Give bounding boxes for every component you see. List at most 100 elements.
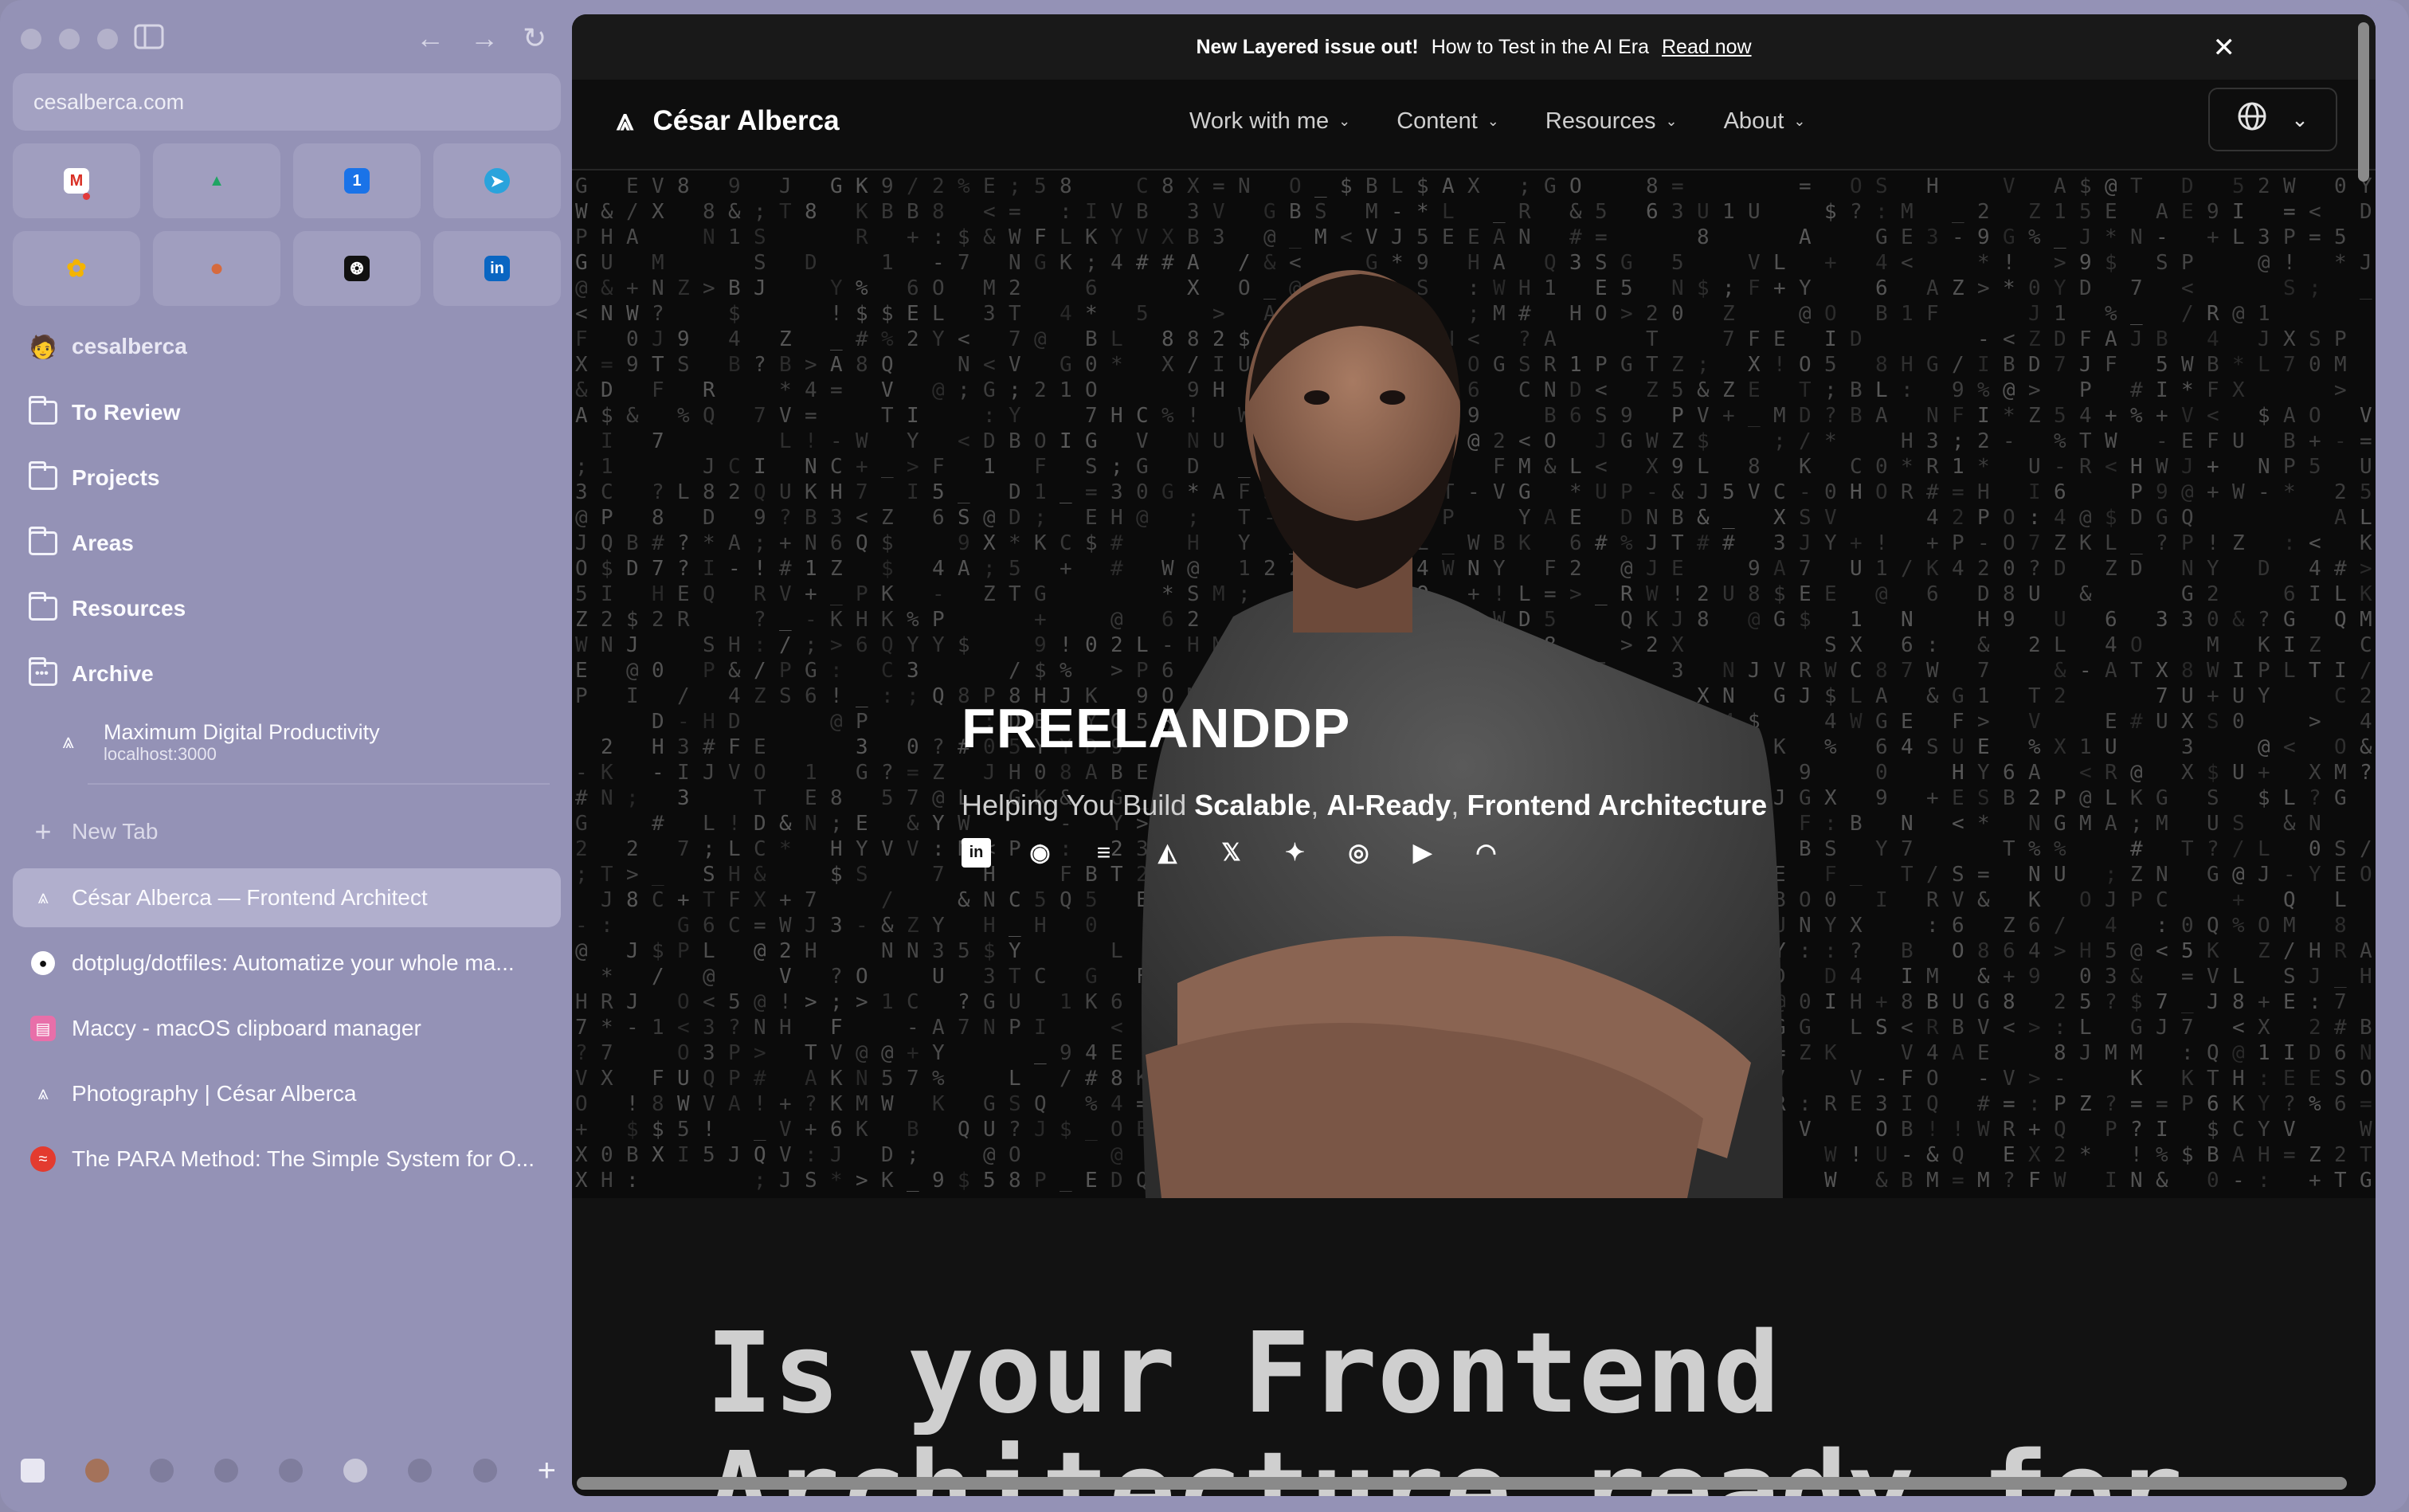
photos-icon: ✿ <box>66 255 87 282</box>
profile-5-icon[interactable] <box>343 1459 368 1483</box>
folder-label: Resources <box>72 596 186 621</box>
tab-item[interactable]: ⩓ César Alberca — Frontend Architect <box>13 868 561 927</box>
close-icon[interactable]: ✕ <box>2213 32 2236 64</box>
profile-row[interactable]: 🧑 cesalberca <box>13 317 561 376</box>
para-icon: ≈ <box>27 1143 59 1175</box>
folder-label: Archive <box>72 661 154 686</box>
sidebar-bottom-bar: + <box>21 1453 556 1488</box>
archive-box-icon[interactable] <box>21 1459 45 1483</box>
announcement-banner: New Layered issue out! How to Test in th… <box>572 14 2376 80</box>
profile-7-icon[interactable] <box>472 1459 497 1483</box>
hero-subtitle: Helping You Build Scalable, AI-Ready, Fr… <box>962 789 1767 822</box>
url-bar[interactable]: cesalberca.com <box>13 73 561 131</box>
hero-subtitle-scalable: Scalable <box>1194 789 1311 821</box>
favorite-app[interactable]: ● <box>153 231 280 306</box>
horizontal-scrollbar[interactable] <box>577 1477 2347 1490</box>
close-window-button[interactable] <box>21 29 41 49</box>
hero-subtitle-ai-ready: AI-Ready <box>1326 789 1451 821</box>
nav-menu: Work with me ⌄ Content ⌄ Resources ⌄ About ⌄ <box>1189 108 1851 135</box>
hero-subtitle-comma: , <box>1310 789 1319 821</box>
favorites-grid: M ▲ 1 ➤ ✿ ● ❂ in <box>13 143 561 306</box>
folder-icon <box>29 461 57 490</box>
nav-item-resources[interactable]: Resources ⌄ <box>1545 108 1678 135</box>
section-headline-line-1: Is your Frontend <box>706 1309 1780 1439</box>
favorite-chatgpt[interactable]: ❂ <box>293 231 421 306</box>
nav-item-content[interactable]: Content ⌄ <box>1396 108 1499 135</box>
site-logo[interactable]: ⩓ César Alberca <box>617 104 840 138</box>
profile-4-icon[interactable] <box>279 1459 304 1483</box>
github-icon: ● <box>27 947 59 979</box>
folder-icon <box>29 396 57 425</box>
profile-3-icon[interactable] <box>214 1459 239 1483</box>
profile-6-icon[interactable] <box>408 1459 433 1483</box>
tab-item[interactable]: ▤ Maccy - macOS clipboard manager <box>13 999 561 1058</box>
tab-title: Maccy - macOS clipboard manager <box>72 1016 421 1040</box>
tab-title: The PARA Method: The Simple System for O… <box>72 1146 535 1171</box>
chevron-down-icon: ⌄ <box>1338 113 1351 129</box>
portrait-photo <box>1142 270 1783 1198</box>
new-tab-button[interactable]: + New Tab <box>13 802 561 861</box>
chevron-down-icon: ⌄ <box>1793 113 1806 129</box>
reload-icon[interactable]: ↻ <box>523 24 546 53</box>
chevron-down-icon: ⌄ <box>2291 107 2309 131</box>
github-icon[interactable]: ◉ <box>1025 838 1055 868</box>
profile-avatar-icon: 🧑 <box>29 334 57 359</box>
zoom-window-button[interactable] <box>97 29 118 49</box>
minimize-window-button[interactable] <box>59 29 80 49</box>
favorite-photos[interactable]: ✿ <box>13 231 140 306</box>
instagram-icon[interactable]: ◎ <box>1344 838 1373 868</box>
tab-item[interactable]: ⩓ Photography | César Alberca <box>13 1064 561 1123</box>
favorite-telegram[interactable]: ➤ <box>433 143 561 218</box>
x-icon[interactable]: 𝕏 <box>1216 838 1246 868</box>
folder-resources[interactable]: Resources <box>13 579 561 638</box>
favorite-linkedin[interactable]: in <box>433 231 561 306</box>
back-arrow-icon[interactable]: ← <box>416 24 445 53</box>
notification-dot <box>83 193 90 200</box>
plus-icon: + <box>34 815 52 848</box>
stackoverflow-icon[interactable]: ≡ <box>1089 838 1118 868</box>
site-navbar: ⩓ César Alberca Work with me ⌄ Content ⌄ R… <box>572 80 2376 170</box>
telegram-icon: ➤ <box>484 168 510 194</box>
folder-projects[interactable]: Projects <box>13 449 561 507</box>
rss-icon[interactable]: ◠ <box>1471 838 1501 868</box>
forward-arrow-icon[interactable]: → <box>470 24 499 53</box>
tab-title: César Alberca — Frontend Architect <box>72 885 428 910</box>
tab-item[interactable]: ● dotplug/dotfiles: Automatize your whol… <box>13 934 561 993</box>
app-icon: ● <box>209 255 225 281</box>
archive-item[interactable]: ⩓ Maximum Digital Productivity localhost… <box>13 711 561 773</box>
favorite-google-drive[interactable]: ▲ <box>153 143 280 218</box>
nav-label: Content <box>1396 108 1478 134</box>
hero-section: G E V 8 9 J G K 9/2% E; 5 8 C 8 X = N O _ $ B L $ A X; G O 8 = = O S H V A… <box>572 170 2376 1198</box>
favorite-gmail[interactable]: M <box>13 143 140 218</box>
nav-label: About <box>1723 108 1784 134</box>
nav-item-about[interactable]: About ⌄ <box>1724 108 1806 135</box>
language-selector[interactable]: ⌄ <box>2208 88 2337 151</box>
cesar-logo-icon: ⩓ <box>617 104 634 137</box>
folder-areas[interactable]: Areas <box>13 514 561 573</box>
hero-title: FREELANDDP <box>962 697 1351 759</box>
linkedin-icon[interactable]: in <box>962 838 991 868</box>
banner-read-now-link[interactable]: Read now <box>1662 36 1752 59</box>
vertical-scrollbar[interactable] <box>2358 22 2369 182</box>
hero-subtitle-frontend-architecture: Frontend Architecture <box>1467 789 1768 821</box>
sidebar: ← → ↻ cesalberca.com M ▲ 1 ➤ ✿ ● ❂ in 🧑 … <box>0 0 572 1512</box>
add-profile-icon[interactable]: + <box>538 1455 556 1487</box>
brand-name: César Alberca <box>652 104 840 136</box>
folder-archive[interactable]: ••• Archive <box>13 644 561 703</box>
profile-1-icon[interactable] <box>85 1459 110 1483</box>
favorite-calendar[interactable]: 1 <box>293 143 421 218</box>
nav-item-work-with-me[interactable]: Work with me ⌄ <box>1189 108 1350 135</box>
sidebar-icon[interactable] <box>134 24 164 54</box>
globe-icon <box>2237 101 2267 139</box>
archive-folder-icon: ••• <box>29 657 57 686</box>
dev-icon[interactable]: ◭ <box>1153 838 1182 868</box>
linkedin-icon: in <box>484 256 510 281</box>
bluesky-icon[interactable]: ✦ <box>1280 838 1310 868</box>
nav-label: Resources <box>1545 108 1656 134</box>
youtube-icon[interactable]: ▶ <box>1408 838 1437 868</box>
folder-label: Projects <box>72 465 160 490</box>
tab-item[interactable]: ≈ The PARA Method: The Simple System for… <box>13 1130 561 1189</box>
folder-to-review[interactable]: To Review <box>13 383 561 442</box>
profile-2-icon[interactable] <box>150 1459 174 1483</box>
maccy-icon: ▤ <box>27 1013 59 1044</box>
